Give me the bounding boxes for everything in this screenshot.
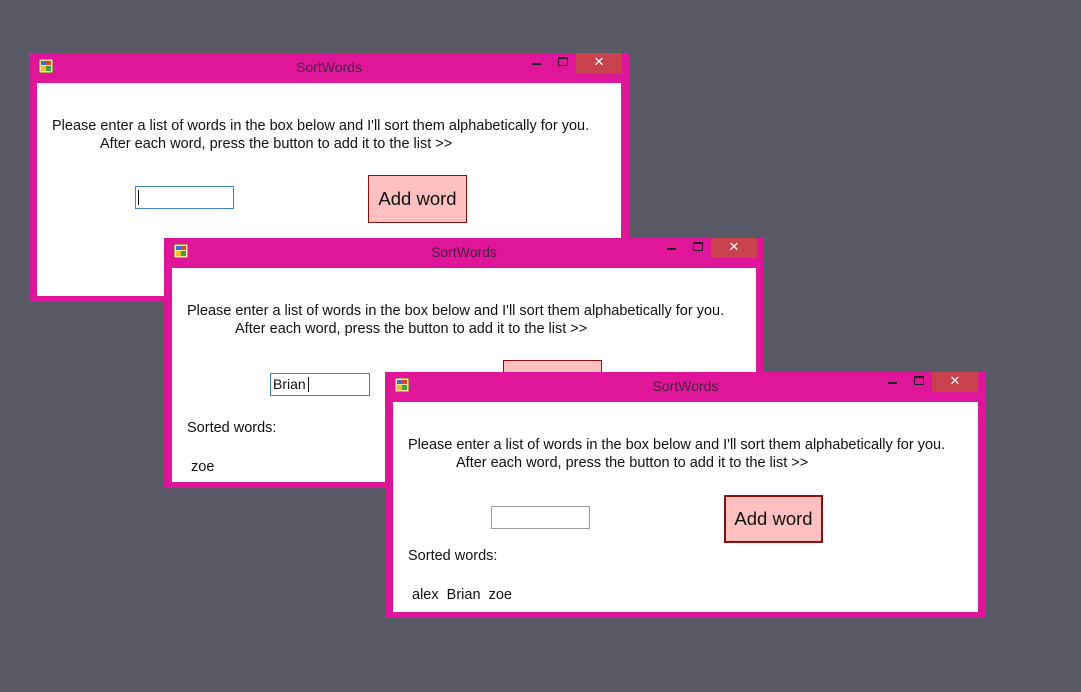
word-input[interactable] xyxy=(135,186,234,209)
minimize-icon xyxy=(532,63,541,65)
maximize-icon xyxy=(914,376,924,385)
close-icon: ✕ xyxy=(949,373,961,388)
maximize-button[interactable] xyxy=(685,238,711,258)
instruction-line-1: Please enter a list of words in the box … xyxy=(408,437,946,453)
close-icon: ✕ xyxy=(728,239,740,254)
minimize-button[interactable] xyxy=(880,372,906,392)
instruction-line-1: Please enter a list of words in the box … xyxy=(52,118,590,134)
minimize-icon xyxy=(888,382,897,384)
minimize-icon xyxy=(667,248,676,250)
text-caret xyxy=(138,190,139,205)
text-caret xyxy=(308,377,309,392)
close-button[interactable]: ✕ xyxy=(711,238,757,258)
sorted-words-list: zoe xyxy=(191,459,215,475)
word-input[interactable] xyxy=(491,506,590,529)
close-button[interactable]: ✕ xyxy=(576,53,622,73)
instruction-line-2: After each word, press the button to add… xyxy=(100,136,453,152)
close-button[interactable]: ✕ xyxy=(932,372,978,392)
title-bar[interactable]: SortWords ✕ xyxy=(29,53,629,83)
maximize-button[interactable] xyxy=(906,372,932,392)
sorted-words-label: Sorted words: xyxy=(408,548,498,564)
title-bar[interactable]: SortWords ✕ xyxy=(385,372,986,402)
sorted-words-label: Sorted words: xyxy=(187,420,277,436)
window-client-area: Please enter a list of words in the box … xyxy=(393,402,978,612)
title-bar[interactable]: SortWords ✕ xyxy=(164,238,764,268)
sortwords-window-3[interactable]: SortWords ✕ Please enter a list of words… xyxy=(385,372,986,618)
instruction-line-2: After each word, press the button to add… xyxy=(456,455,809,471)
maximize-button[interactable] xyxy=(550,53,576,73)
word-input[interactable]: Brian xyxy=(270,373,370,396)
maximize-icon xyxy=(693,242,703,251)
minimize-button[interactable] xyxy=(659,238,685,258)
add-word-button[interactable]: Add word xyxy=(724,495,823,543)
instruction-line-1: Please enter a list of words in the box … xyxy=(187,303,725,319)
maximize-icon xyxy=(558,57,568,66)
add-word-button[interactable]: Add word xyxy=(368,175,467,223)
instruction-line-2: After each word, press the button to add… xyxy=(235,321,588,337)
close-icon: ✕ xyxy=(593,54,605,69)
word-input-value: Brian xyxy=(273,376,306,392)
sorted-words-list: alex Brian zoe xyxy=(412,587,512,603)
minimize-button[interactable] xyxy=(524,53,550,73)
